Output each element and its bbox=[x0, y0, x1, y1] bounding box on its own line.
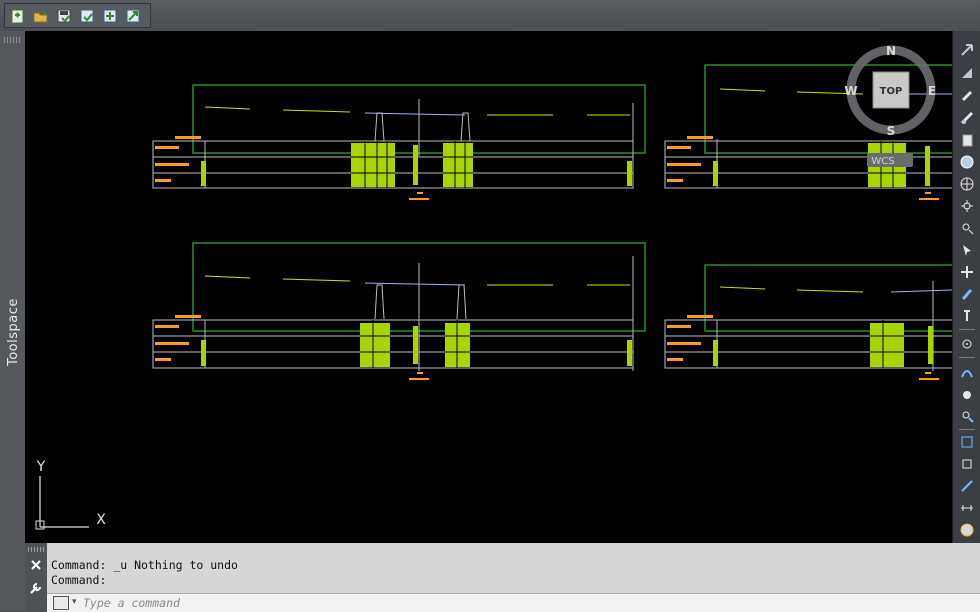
qa-export-icon[interactable] bbox=[123, 6, 143, 26]
command-history-line: Command: bbox=[51, 573, 107, 587]
nav-drop-icon[interactable] bbox=[958, 385, 976, 403]
ucs-y-label: Y bbox=[36, 459, 46, 475]
command-line-window: Command: _u Nothing to undo Command: ▾ bbox=[25, 543, 980, 612]
nav-sphere-icon[interactable] bbox=[958, 521, 976, 539]
command-input-bar: ▾ bbox=[47, 593, 980, 612]
command-history: Command: _u Nothing to undo Command: bbox=[51, 558, 238, 588]
command-prompt-icon[interactable] bbox=[53, 596, 69, 610]
nav-world-icon[interactable] bbox=[958, 175, 976, 193]
chevron-down-icon[interactable]: ▾ bbox=[72, 597, 77, 607]
profile-view-3[interactable] bbox=[152, 242, 646, 380]
nav-separator bbox=[959, 357, 975, 358]
nav-brush-icon[interactable] bbox=[958, 285, 976, 303]
nav-snapfix-icon[interactable] bbox=[958, 407, 976, 425]
wrench-icon[interactable] bbox=[29, 581, 43, 595]
nav-curve-icon[interactable] bbox=[958, 363, 976, 381]
nav-rect-icon[interactable] bbox=[958, 455, 976, 473]
nav-separator bbox=[959, 329, 975, 330]
command-input[interactable] bbox=[83, 595, 683, 610]
command-line-sidebar bbox=[25, 543, 47, 611]
toolspace-label: Toolspace bbox=[6, 298, 21, 366]
compass-east[interactable]: E bbox=[928, 84, 936, 98]
compass-north[interactable]: N bbox=[886, 44, 896, 58]
nav-pin-icon[interactable] bbox=[958, 307, 976, 325]
nav-measure-icon[interactable] bbox=[958, 499, 976, 517]
ucs-icon: Y X bbox=[35, 459, 106, 530]
command-history-line: Command: _u Nothing to undo bbox=[51, 558, 238, 572]
qa-saveas-icon[interactable] bbox=[77, 6, 97, 26]
nav-arrow-icon[interactable] bbox=[958, 41, 976, 59]
nav-rotate-icon[interactable] bbox=[958, 64, 976, 82]
qa-publish-icon[interactable] bbox=[100, 6, 120, 26]
model-viewport[interactable]: N S E W TOP WCS Y X bbox=[25, 31, 952, 543]
qa-save-icon[interactable] bbox=[54, 6, 74, 26]
navigation-bar bbox=[952, 31, 980, 543]
quick-access-toolbar bbox=[4, 3, 151, 28]
nav-line-icon[interactable] bbox=[958, 477, 976, 495]
nav-snap-icon[interactable] bbox=[958, 219, 976, 237]
profile-view-4[interactable] bbox=[664, 264, 952, 380]
close-icon[interactable] bbox=[30, 559, 42, 571]
nav-leaf-icon[interactable] bbox=[958, 87, 976, 105]
qa-open-icon[interactable] bbox=[31, 6, 51, 26]
profile-view-1[interactable] bbox=[152, 84, 646, 200]
nav-sheet-icon[interactable] bbox=[958, 131, 976, 149]
drawing-canvas[interactable]: N S E W TOP WCS Y X bbox=[25, 31, 952, 543]
nav-point-icon[interactable] bbox=[958, 197, 976, 215]
nav-orbit-icon[interactable] bbox=[958, 109, 976, 127]
compass-south[interactable]: S bbox=[887, 124, 896, 138]
viewcube-face-label[interactable]: TOP bbox=[880, 86, 903, 97]
toolspace-panel[interactable]: Toolspace bbox=[0, 31, 26, 611]
top-bar bbox=[0, 0, 980, 31]
nav-separator bbox=[959, 429, 975, 430]
compass-west[interactable]: W bbox=[844, 84, 857, 98]
toolspace-grip[interactable] bbox=[4, 37, 20, 43]
nav-target-icon[interactable] bbox=[958, 335, 976, 353]
nav-globe-icon[interactable] bbox=[958, 153, 976, 171]
nav-pointer-icon[interactable] bbox=[958, 241, 976, 259]
nav-grid-icon[interactable] bbox=[958, 433, 976, 451]
command-line-grip[interactable] bbox=[28, 547, 44, 552]
ucs-x-label: X bbox=[96, 512, 106, 528]
wcs-label[interactable]: WCS bbox=[871, 156, 894, 167]
qa-new-icon[interactable] bbox=[8, 6, 28, 26]
nav-move-icon[interactable] bbox=[958, 263, 976, 281]
